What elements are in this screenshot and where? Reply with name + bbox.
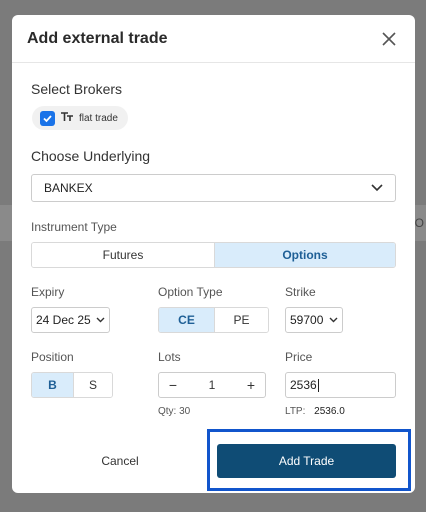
position-sell[interactable]: S (73, 373, 112, 397)
option-type-toggle: CE PE (158, 307, 269, 333)
price-input[interactable]: 2536 (285, 372, 396, 398)
ltp-label: LTP: (285, 406, 306, 417)
strike-label: Strike (285, 285, 316, 299)
strike-select[interactable]: 59700 (285, 307, 343, 333)
option-type-pe[interactable]: PE (214, 308, 268, 332)
add-trade-modal: Add external trade Select Brokers flat t… (12, 15, 415, 493)
choose-underlying-label: Choose Underlying (31, 148, 151, 164)
cancel-button[interactable]: Cancel (72, 445, 168, 477)
instrument-futures-option[interactable]: Futures (32, 243, 214, 267)
position-toggle: B S (31, 372, 113, 398)
price-label: Price (285, 350, 313, 364)
instrument-options-option[interactable]: Options (214, 243, 395, 267)
close-icon (382, 31, 396, 46)
chevron-down-icon (96, 317, 105, 323)
underlying-value: BANKEX (44, 181, 93, 195)
price-value: 2536 (290, 378, 317, 392)
broker-name: flat trade (79, 112, 118, 124)
broker-logo-icon (61, 111, 73, 125)
modal-header: Add external trade (12, 15, 415, 63)
check-icon (43, 114, 52, 122)
lots-decrement-button[interactable]: − (165, 377, 181, 393)
broker-checkbox[interactable] (40, 110, 55, 126)
qty-hint: Qty: 30 (158, 406, 191, 417)
expiry-label: Expiry (31, 285, 65, 299)
lots-stepper: − 1 + (158, 372, 266, 398)
modal-title: Add external trade (27, 29, 168, 47)
underlying-select[interactable]: BANKEX (31, 174, 396, 202)
text-cursor (317, 378, 319, 392)
ltp-hint: LTP: 2536.0 (285, 406, 345, 417)
position-label: Position (31, 350, 74, 364)
option-type-label: Option Type (158, 285, 223, 299)
lots-value[interactable]: 1 (209, 378, 216, 392)
close-button[interactable] (377, 27, 401, 51)
instrument-type-label: Instrument Type (31, 220, 117, 234)
chevron-down-icon (371, 184, 383, 192)
strike-value: 59700 (290, 313, 324, 327)
broker-chip-flattrade[interactable]: flat trade (32, 106, 128, 130)
instrument-type-toggle: Futures Options (31, 242, 396, 268)
background-peek-text: O (414, 216, 424, 230)
position-buy[interactable]: B (32, 373, 73, 397)
lots-increment-button[interactable]: + (243, 377, 259, 393)
select-brokers-label: Select Brokers (31, 81, 123, 97)
lots-label: Lots (158, 350, 181, 364)
add-trade-button[interactable]: Add Trade (217, 444, 396, 478)
ltp-value: 2536.0 (314, 406, 345, 417)
option-type-ce[interactable]: CE (159, 308, 214, 332)
expiry-select[interactable]: 24 Dec 25 (31, 307, 110, 333)
chevron-down-icon (329, 317, 338, 323)
expiry-value: 24 Dec 25 (36, 313, 91, 327)
